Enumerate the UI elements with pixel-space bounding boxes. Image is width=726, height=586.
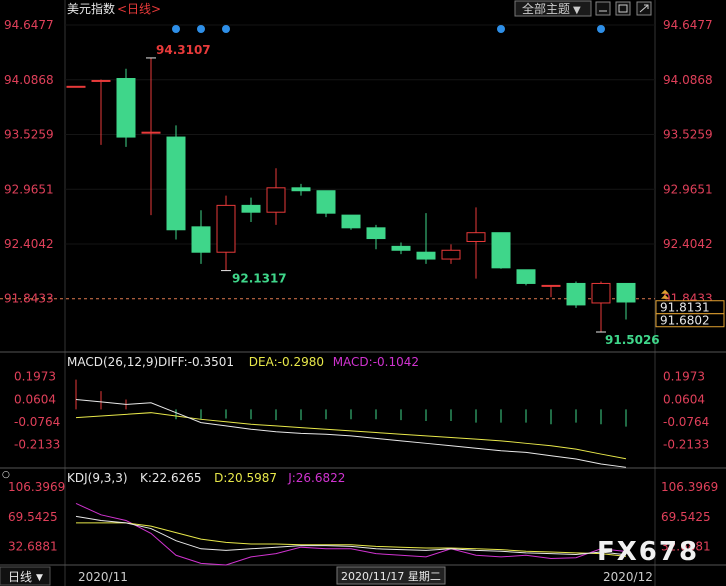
price-axis-tick-left: 91.8433 [4, 292, 54, 306]
price-axis-tick-left: 92.4042 [4, 237, 54, 251]
price-axis-tick-left: 93.5259 [4, 128, 54, 142]
candle [591, 282, 611, 304]
candle [291, 187, 311, 192]
candle [191, 226, 211, 253]
macd-axis-tick-right: -0.0764 [663, 415, 709, 429]
chart-canvas: 美元指数 <日线> 全部主题 ▼94.6477 94.647794.0868 94.086… [0, 0, 726, 586]
price-axis-tick-right: 94.0868 [663, 73, 713, 87]
low-annotation: 91.5026 [605, 333, 660, 347]
candle [141, 131, 161, 134]
price-box-low-label: 91.6802 [660, 314, 710, 328]
candle [441, 249, 461, 260]
candle [266, 187, 286, 213]
minimize-icon[interactable] [595, 1, 611, 16]
price-axis-tick-left: 94.0868 [4, 73, 54, 87]
macd-legend-item: MACD:-0.1042 [333, 355, 419, 369]
macd-axis-tick-left: 0.0604 [14, 392, 56, 406]
kdj-title: KDJ(9,3,3) [67, 471, 128, 485]
candle [366, 227, 386, 240]
candle [166, 136, 186, 231]
price-axis-tick-left: 92.9651 [4, 182, 54, 196]
high-annotation: 94.3107 [156, 43, 211, 57]
price-axis-tick-right: 93.5259 [663, 128, 713, 142]
price-axis-tick-right: 94.6477 [663, 18, 713, 32]
macd-legend-item: DIFF:-0.3501 [158, 355, 234, 369]
kdj-axis-tick-right: 69.5425 [661, 510, 711, 524]
candle [91, 79, 111, 82]
kdj-axis-tick-left: 69.5425 [8, 510, 58, 524]
price-box-close-label: 91.8131 [660, 301, 710, 315]
macd-legend-item: DEA:-0.2980 [249, 355, 324, 369]
period-button-label: 日线 [8, 570, 32, 584]
restore-icon[interactable] [615, 1, 631, 16]
macd-axis-tick-right: -0.2133 [663, 438, 709, 452]
event-dot-icon[interactable] [222, 25, 230, 33]
candle [66, 85, 86, 88]
candle [616, 282, 636, 303]
candle [341, 214, 361, 229]
macd-axis-tick-right: 0.0604 [663, 392, 705, 406]
macd-axis-tick-left: -0.2133 [14, 438, 60, 452]
candle [516, 269, 536, 284]
candle [566, 282, 586, 306]
candle [541, 284, 561, 287]
candle [491, 232, 511, 269]
theme-button-label: 全部主题 [522, 1, 570, 16]
event-dot-icon[interactable] [197, 25, 205, 33]
cursor-date-label: 2020/11/17 星期二 [341, 570, 441, 583]
candle [316, 190, 336, 214]
kdj-legend-item: D:20.5987 [214, 471, 277, 485]
event-dot-icon[interactable] [597, 25, 605, 33]
kdj-legend-item: K:22.6265 [140, 471, 202, 485]
x-axis-label: 2020/11 [78, 570, 128, 584]
low-annotation: 92.1317 [232, 272, 287, 286]
kdj-axis-tick-left: 106.3969 [8, 480, 65, 494]
macd-axis-tick-right: 0.1973 [663, 370, 705, 384]
kdj-axis-tick-right: 106.3969 [661, 480, 718, 494]
candle [116, 78, 136, 138]
x-axis-label: 2020/12 [603, 570, 653, 584]
macd-axis-tick-left: -0.0764 [14, 415, 60, 429]
candle [391, 245, 411, 251]
candle [241, 204, 261, 213]
chevron-down-icon[interactable]: ▼ [36, 573, 43, 583]
candle [416, 251, 436, 260]
candle [466, 232, 486, 242]
price-axis-tick-right: 92.4042 [663, 237, 713, 251]
price-axis-tick-left: 94.6477 [4, 18, 54, 32]
watermark: FX678 [597, 537, 699, 567]
instrument-title: 美元指数 [67, 1, 115, 16]
price-axis-tick-right: 92.9651 [663, 182, 713, 196]
event-dot-icon[interactable] [172, 25, 180, 33]
event-dot-icon[interactable] [497, 25, 505, 33]
macd-axis-tick-left: 0.1973 [14, 370, 56, 384]
kdj-legend-item: J:26.6822 [287, 471, 345, 485]
kdj-axis-tick-left: 32.6881 [8, 540, 58, 554]
period-tag: <日线> [117, 2, 161, 16]
macd-title: MACD(26,12,9) [67, 355, 158, 369]
candle [216, 204, 236, 253]
chevron-down-icon: ▼ [573, 5, 581, 16]
panel-toggle-icon[interactable]: ○ [2, 470, 10, 480]
